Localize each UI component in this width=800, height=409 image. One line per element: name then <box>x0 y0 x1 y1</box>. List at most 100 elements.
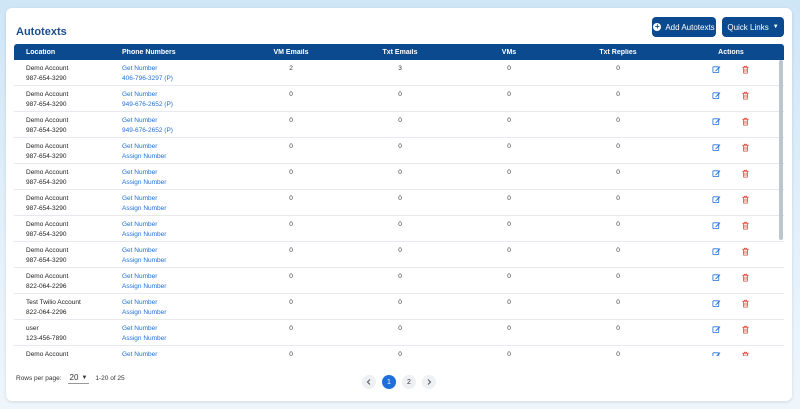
location-cell: Demo Account 822-064-2296 <box>14 272 122 291</box>
edit-icon[interactable] <box>712 65 721 74</box>
trash-icon[interactable] <box>741 273 750 282</box>
prev-page-button[interactable] <box>362 375 376 389</box>
table-row: Demo Account 987-654-3290 Get Number Assign… <box>14 164 784 190</box>
edit-icon[interactable] <box>712 351 721 356</box>
plus-circle-icon: + <box>653 22 662 31</box>
get-number-link[interactable]: Get Number <box>122 168 242 178</box>
vm-emails-cell: 0 <box>289 273 293 280</box>
get-number-link[interactable]: Get Number <box>122 272 242 282</box>
table-row: Demo Account 987-654-3290 Get Number Assign… <box>14 242 784 268</box>
actions-cell <box>678 220 784 230</box>
trash-icon[interactable] <box>741 221 750 230</box>
location-phone: 822-064-2296 <box>26 308 67 316</box>
phone-number-link[interactable]: Assign Number <box>122 308 242 318</box>
trash-icon[interactable] <box>741 299 750 308</box>
trash-icon[interactable] <box>741 247 750 256</box>
next-page-button[interactable] <box>422 375 436 389</box>
edit-icon[interactable] <box>712 143 721 152</box>
phone-number-link[interactable]: Assign Number <box>122 230 242 240</box>
vms-cell: 0 <box>507 325 511 332</box>
table-row: Demo Account 987-654-3290 Get Number 949-67… <box>14 112 784 138</box>
txt-replies-cell: 0 <box>616 325 620 332</box>
phone-numbers-cell: Get Number Assign Number <box>122 194 242 213</box>
add-autotexts-button[interactable]: + Add Autotexts <box>652 17 716 37</box>
edit-icon[interactable] <box>712 195 721 204</box>
table-scrollbar[interactable] <box>779 60 783 240</box>
edit-icon[interactable] <box>712 247 721 256</box>
table-row: user 123-456-7890 Get Number Assign Number 0… <box>14 320 784 346</box>
get-number-link[interactable]: Get Number <box>122 298 242 308</box>
txt-replies-cell: 0 <box>616 247 620 254</box>
edit-icon[interactable] <box>712 169 721 178</box>
actions-cell <box>678 168 784 178</box>
txt-replies-cell: 0 <box>616 299 620 306</box>
rows-per-page-label: Rows per page: <box>16 374 62 382</box>
get-number-link[interactable]: Get Number <box>122 194 242 204</box>
phone-number-link[interactable]: 949-676-2652 (P) <box>122 126 242 136</box>
location-phone: 987-654-3290 <box>26 204 67 212</box>
phone-number-link[interactable]: 406-796-3297 (P) <box>122 74 242 84</box>
vm-emails-cell: 0 <box>289 169 293 176</box>
phone-number-link[interactable]: Assign Number <box>122 282 242 292</box>
get-number-link[interactable]: Get Number <box>122 350 242 356</box>
location-cell: user 123-456-7890 <box>14 324 122 343</box>
vms-cell: 0 <box>507 195 511 202</box>
rows-per-page-select[interactable]: 20 ▼ <box>67 372 90 384</box>
edit-icon[interactable] <box>712 221 721 230</box>
trash-icon[interactable] <box>741 65 750 74</box>
phone-number-link[interactable]: Assign Number <box>122 178 242 188</box>
txt-emails-cell: 0 <box>398 91 402 98</box>
autotexts-table: Location Phone Numbers VM Emails Txt Ema… <box>14 44 784 356</box>
actions-cell <box>678 324 784 334</box>
txt-emails-cell: 0 <box>398 273 402 280</box>
edit-icon[interactable] <box>712 299 721 308</box>
actions-cell <box>678 272 784 282</box>
location-cell: Demo Account 987-654-3290 <box>14 246 122 265</box>
location-phone: 987-654-3290 <box>26 178 67 186</box>
trash-icon[interactable] <box>741 91 750 100</box>
edit-icon[interactable] <box>712 91 721 100</box>
trash-icon[interactable] <box>741 325 750 334</box>
trash-icon[interactable] <box>741 169 750 178</box>
location-name: Demo Account <box>26 169 69 176</box>
vms-cell: 0 <box>507 91 511 98</box>
page-button-1[interactable]: 1 <box>382 375 396 389</box>
phone-number-link[interactable]: Assign Number <box>122 256 242 266</box>
get-number-link[interactable]: Get Number <box>122 116 242 126</box>
phone-number-link[interactable]: Assign Number <box>122 334 242 344</box>
edit-icon[interactable] <box>712 273 721 282</box>
table-row: Test Twilio Account 822-064-2296 Get Numbe… <box>14 294 784 320</box>
get-number-link[interactable]: Get Number <box>122 64 242 74</box>
trash-icon[interactable] <box>741 117 750 126</box>
get-number-link[interactable]: Get Number <box>122 246 242 256</box>
trash-icon[interactable] <box>741 195 750 204</box>
get-number-link[interactable]: Get Number <box>122 90 242 100</box>
phone-number-link[interactable]: 949-676-2652 (P) <box>122 100 242 110</box>
location-name: Demo Account <box>26 143 69 150</box>
quick-links-button[interactable]: Quick Links ▼ <box>722 17 784 37</box>
table-footer: Rows per page: 20 ▼ 1-20 of 25 <box>16 372 125 384</box>
get-number-link[interactable]: Get Number <box>122 220 242 230</box>
phone-number-link[interactable]: Assign Number <box>122 152 242 162</box>
get-number-link[interactable]: Get Number <box>122 324 242 334</box>
table-row: Demo Account 987-654-3290 Get Number Assign… <box>14 216 784 242</box>
table-row: Demo Account 987-654-3290 Get Number 406-79… <box>14 60 784 86</box>
trash-icon[interactable] <box>741 143 750 152</box>
table-header: Location Phone Numbers VM Emails Txt Ema… <box>14 44 784 60</box>
location-phone: 123-456-7890 <box>26 334 67 342</box>
edit-icon[interactable] <box>712 325 721 334</box>
txt-emails-cell: 0 <box>398 325 402 332</box>
vms-cell: 0 <box>507 273 511 280</box>
phone-number-link[interactable]: Assign Number <box>122 204 242 214</box>
page-button-2[interactable]: 2 <box>402 375 416 389</box>
vm-emails-cell: 2 <box>289 65 293 72</box>
edit-icon[interactable] <box>712 117 721 126</box>
location-name: Demo Account <box>26 247 69 254</box>
phone-numbers-cell: Get Number Assign Number <box>122 324 242 343</box>
rows-per-page-value: 20 <box>69 373 79 382</box>
trash-icon[interactable] <box>741 351 750 356</box>
location-cell: Demo Account 987-654-3290 <box>14 194 122 213</box>
get-number-link[interactable]: Get Number <box>122 142 242 152</box>
location-phone: 987-654-3290 <box>26 74 67 82</box>
txt-emails-cell: 0 <box>398 351 402 356</box>
